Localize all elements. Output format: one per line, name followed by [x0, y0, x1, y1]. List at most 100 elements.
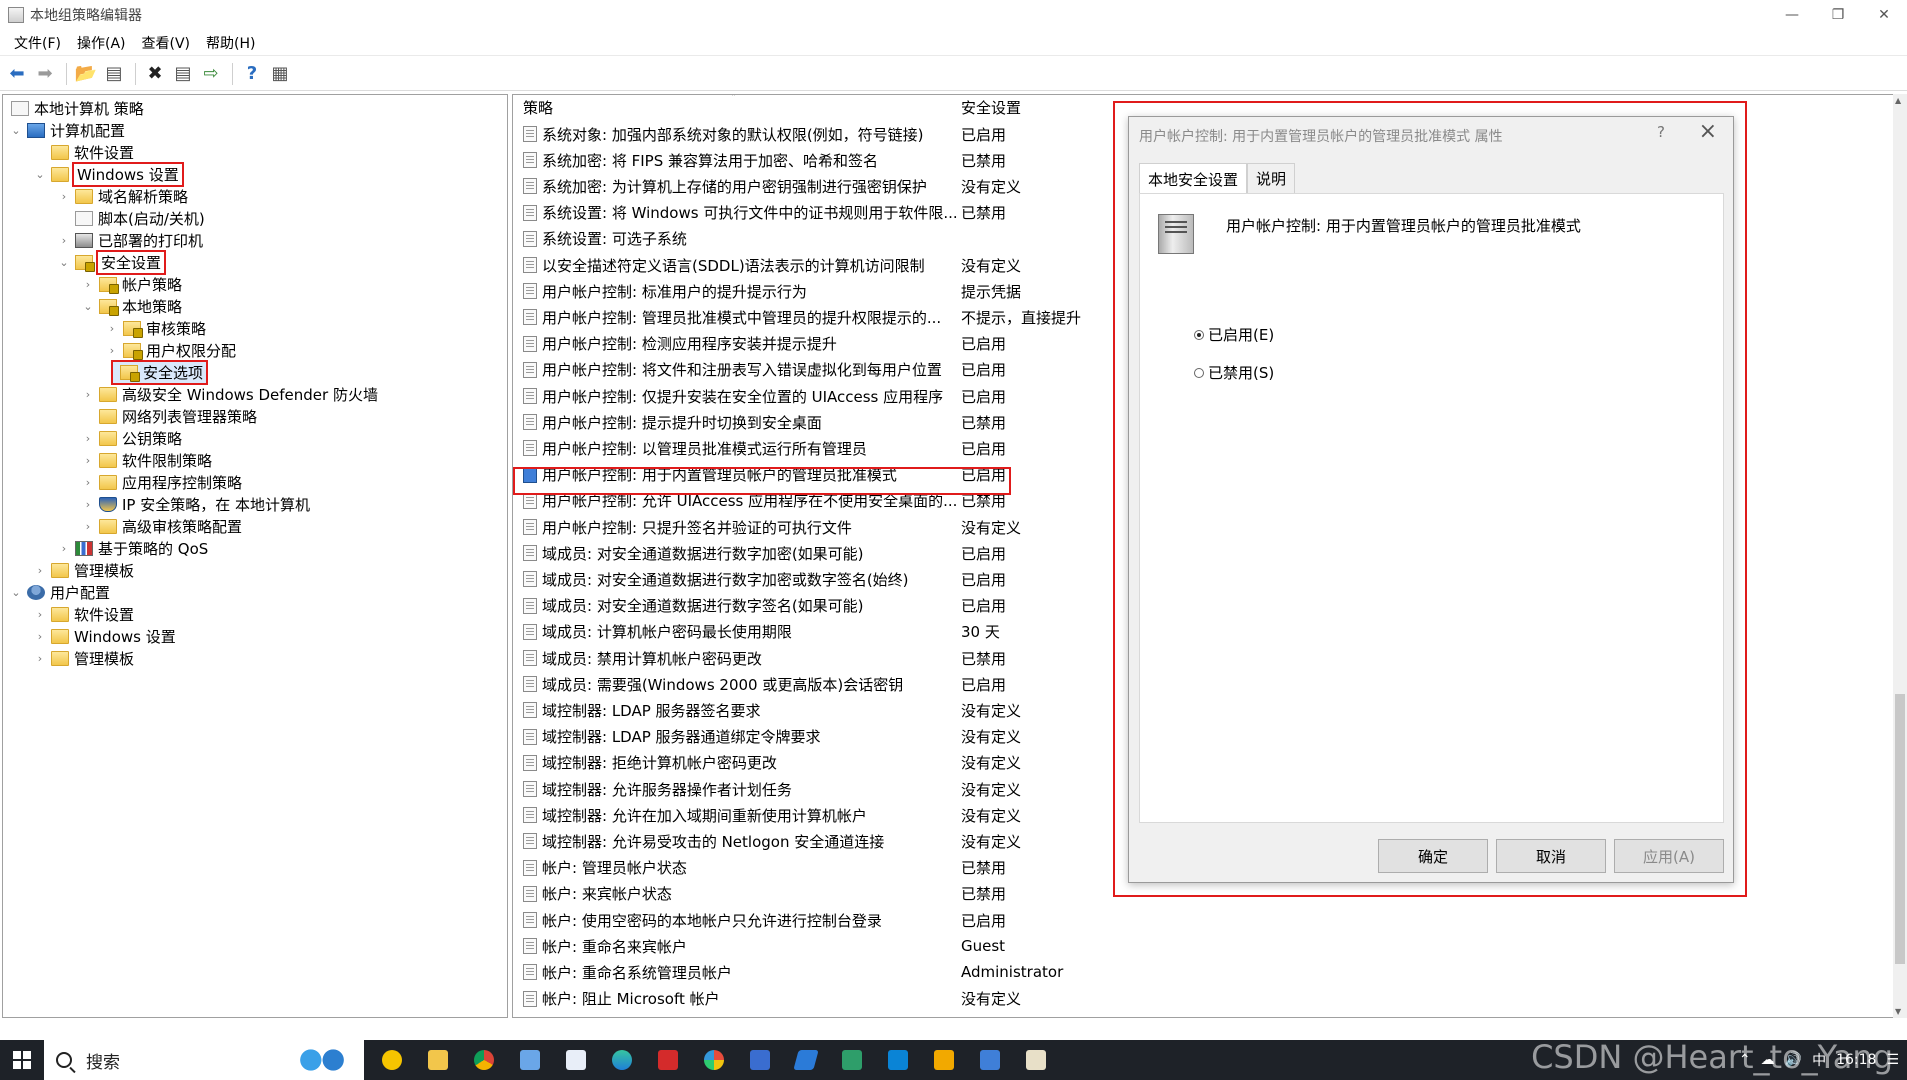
collapse-chevron-icon[interactable]: ⌄	[81, 300, 95, 313]
list-scrollbar[interactable]: ▲ ▼	[1893, 94, 1907, 1018]
expand-chevron-icon[interactable]: ›	[33, 652, 47, 665]
tree-item-user-rights[interactable]: › 用户权限分配	[105, 339, 236, 361]
help-icon[interactable]: ?	[239, 61, 265, 87]
delete-icon[interactable]: ✖	[142, 61, 168, 87]
expand-chevron-icon[interactable]: ›	[81, 520, 95, 533]
forward-arrow-icon[interactable]: ➡	[32, 61, 58, 87]
close-button[interactable]: ✕	[1861, 0, 1907, 30]
expand-chevron-icon[interactable]: ›	[105, 322, 119, 335]
export-list-icon[interactable]: ⇨	[198, 61, 224, 87]
tree-item-root[interactable]: 本地计算机 策略	[7, 97, 144, 119]
expand-chevron-icon[interactable]: ›	[33, 608, 47, 621]
tree-item-public-key[interactable]: › 公钥策略	[81, 427, 182, 449]
tree-item-qos[interactable]: › 基于策略的 QoS	[57, 537, 208, 559]
tree-item-user-config[interactable]: ⌄ 用户配置	[9, 581, 110, 603]
up-folder-icon[interactable]: 📂	[73, 61, 99, 87]
radio-enabled-dot[interactable]	[1194, 329, 1204, 340]
column-header-setting[interactable]: 安全设置	[961, 97, 1021, 118]
app-icon-green[interactable]	[834, 1040, 870, 1080]
tab-local-security-setting[interactable]: 本地安全设置	[1139, 163, 1248, 194]
expand-chevron-icon[interactable]: ›	[57, 542, 71, 555]
menu-file[interactable]: 文件(F)	[6, 33, 69, 53]
expand-chevron-icon[interactable]: ›	[81, 432, 95, 445]
tree-item-security-settings[interactable]: ⌄ 安全设置	[57, 249, 167, 275]
expand-chevron-icon[interactable]: ›	[57, 190, 71, 203]
tree-item-security-options[interactable]: 安全选项	[110, 359, 209, 385]
radio-enabled[interactable]: 已启用(E)	[1194, 324, 1274, 345]
app-icon-blue[interactable]	[880, 1040, 916, 1080]
menu-view[interactable]: 查看(V)	[134, 33, 199, 53]
document-app-icon[interactable]	[558, 1040, 594, 1080]
apply-button[interactable]: 应用(A)	[1614, 839, 1724, 873]
tree-item-software-settings[interactable]: 软件设置	[47, 141, 134, 163]
dialog-help-button[interactable]: ?	[1657, 123, 1665, 141]
collapse-chevron-icon[interactable]: ⌄	[9, 586, 23, 599]
tree-item-account-policies[interactable]: › 帐户策略	[81, 273, 182, 295]
tree-item-software-restriction[interactable]: › 软件限制策略	[81, 449, 212, 471]
expand-chevron-icon[interactable]: ›	[105, 344, 119, 357]
gpedit-taskbar-icon[interactable]	[1018, 1040, 1054, 1080]
scroll-down-arrow-icon[interactable]: ▼	[1895, 1007, 1901, 1016]
maximize-button[interactable]: ❐	[1815, 0, 1861, 30]
menu-action[interactable]: 操作(A)	[69, 33, 134, 53]
radio-disabled-dot[interactable]	[1194, 367, 1204, 378]
expand-chevron-icon[interactable]: ›	[81, 454, 95, 467]
expand-chevron-icon[interactable]: ›	[57, 234, 71, 247]
expand-chevron-icon[interactable]: ›	[81, 498, 95, 511]
tree-item-user-software-settings[interactable]: › 软件设置	[33, 603, 134, 625]
taskbar-search-app-icon[interactable]	[374, 1040, 410, 1080]
show-action-pane-icon[interactable]: ▦	[267, 61, 293, 87]
tree-item-windows-settings[interactable]: ⌄ Windows 设置	[33, 161, 184, 187]
table-row[interactable]: 帐户: 使用空密码的本地帐户只允许进行控制台登录 已启用	[513, 907, 1513, 933]
collapse-chevron-icon[interactable]: ⌄	[9, 124, 23, 137]
scroll-thumb[interactable]	[1895, 694, 1905, 964]
tree-item-dns-policy[interactable]: › 域名解析策略	[57, 185, 188, 207]
expand-chevron-icon[interactable]: ›	[33, 564, 47, 577]
collapse-chevron-icon[interactable]: ⌄	[57, 256, 71, 269]
tree-item-audit-policy[interactable]: › 审核策略	[105, 317, 206, 339]
tree-item-user-windows-settings[interactable]: › Windows 设置	[33, 625, 176, 647]
back-arrow-icon[interactable]: ⬅	[4, 61, 30, 87]
edge-icon[interactable]	[604, 1040, 640, 1080]
tree-item-scripts[interactable]: 脚本(启动/关机)	[71, 207, 205, 229]
ok-button[interactable]: 确定	[1378, 839, 1488, 873]
scroll-up-arrow-icon[interactable]: ▲	[1895, 96, 1901, 105]
menu-help[interactable]: 帮助(H)	[198, 33, 263, 53]
vs-code-icon[interactable]	[788, 1040, 824, 1080]
radio-disabled[interactable]: 已禁用(S)	[1194, 362, 1274, 383]
table-row[interactable]: 帐户: 阻止 Microsoft 帐户 没有定义	[513, 986, 1513, 1012]
tree-item-local-policies[interactable]: ⌄ 本地策略	[81, 295, 182, 317]
tree-item-admin-templates[interactable]: › 管理模板	[33, 559, 134, 581]
expand-chevron-icon[interactable]: ›	[81, 278, 95, 291]
properties-icon[interactable]: ▤	[170, 61, 196, 87]
notes-app-icon[interactable]	[512, 1040, 548, 1080]
tree-item-network-list[interactable]: 网络列表管理器策略	[95, 405, 257, 427]
tree-item-ip-security[interactable]: › IP 安全策略，在 本地计算机	[81, 493, 310, 515]
tree-item-computer-config[interactable]: ⌄ 计算机配置	[9, 119, 125, 141]
column-header-policy[interactable]: 策略	[523, 97, 553, 118]
wps-icon[interactable]	[650, 1040, 686, 1080]
tree-item-firewall[interactable]: › 高级安全 Windows Defender 防火墙	[81, 383, 378, 405]
expand-chevron-icon[interactable]: ›	[81, 388, 95, 401]
browser-icon[interactable]	[696, 1040, 732, 1080]
cancel-button[interactable]: 取消	[1496, 839, 1606, 873]
collapse-chevron-icon[interactable]: ⌄	[33, 168, 47, 181]
feishu-icon[interactable]	[742, 1040, 778, 1080]
tab-explain[interactable]: 说明	[1247, 163, 1296, 193]
tree-item-printers[interactable]: › 已部署的打印机	[57, 229, 203, 251]
expand-chevron-icon[interactable]: ›	[33, 630, 47, 643]
table-row[interactable]: 帐户: 重命名系统管理员帐户 Administrator	[513, 959, 1513, 985]
expand-chevron-icon[interactable]: ›	[81, 476, 95, 489]
start-button[interactable]	[0, 1040, 44, 1080]
app-icon-copy[interactable]	[926, 1040, 962, 1080]
tree-item-advanced-audit[interactable]: › 高级审核策略配置	[81, 515, 242, 537]
minimize-button[interactable]: —	[1769, 0, 1815, 30]
chrome-icon[interactable]	[466, 1040, 502, 1080]
table-row[interactable]: 帐户: 重命名来宾帐户 Guest	[513, 933, 1513, 959]
taskbar-search[interactable]: 搜索	[44, 1040, 364, 1080]
file-explorer-icon[interactable]	[420, 1040, 456, 1080]
app-icon-mail[interactable]	[972, 1040, 1008, 1080]
show-hide-tree-icon[interactable]: ▤	[101, 61, 127, 87]
tree-item-app-control[interactable]: › 应用程序控制策略	[81, 471, 242, 493]
dialog-close-icon[interactable]: ×	[1699, 119, 1717, 144]
